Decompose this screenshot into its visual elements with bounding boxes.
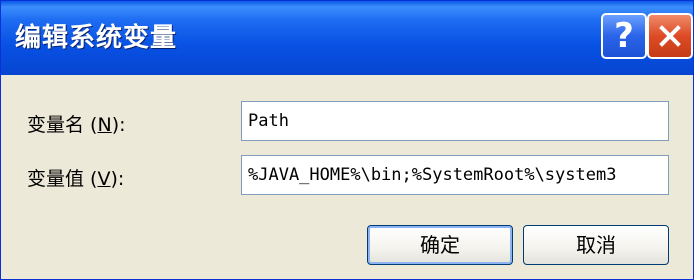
variable-name-label: 变量名 (N): — [27, 114, 126, 136]
value-mnemonic: V — [97, 168, 111, 190]
help-icon: ? — [614, 16, 634, 56]
variable-value-label: 变量值 (V): — [27, 168, 125, 190]
variable-value-input[interactable]: %JAVA_HOME%\bin;%SystemRoot%\system3 — [241, 155, 669, 195]
dialog-title: 编辑系统变量 — [15, 23, 178, 53]
close-icon — [659, 25, 681, 47]
cancel-button[interactable]: 取消 — [523, 225, 669, 265]
edit-system-variable-dialog: 编辑系统变量 ? 变量名 (N): Path 变量值 (V): %JAVA_HO… — [0, 0, 694, 280]
close-button[interactable] — [647, 13, 693, 59]
title-bar[interactable]: 编辑系统变量 ? — [1, 1, 693, 75]
help-button[interactable]: ? — [601, 13, 647, 59]
name-mnemonic: N — [97, 114, 112, 136]
ok-button[interactable]: 确定 — [367, 225, 513, 265]
variable-name-input[interactable]: Path — [241, 101, 669, 141]
